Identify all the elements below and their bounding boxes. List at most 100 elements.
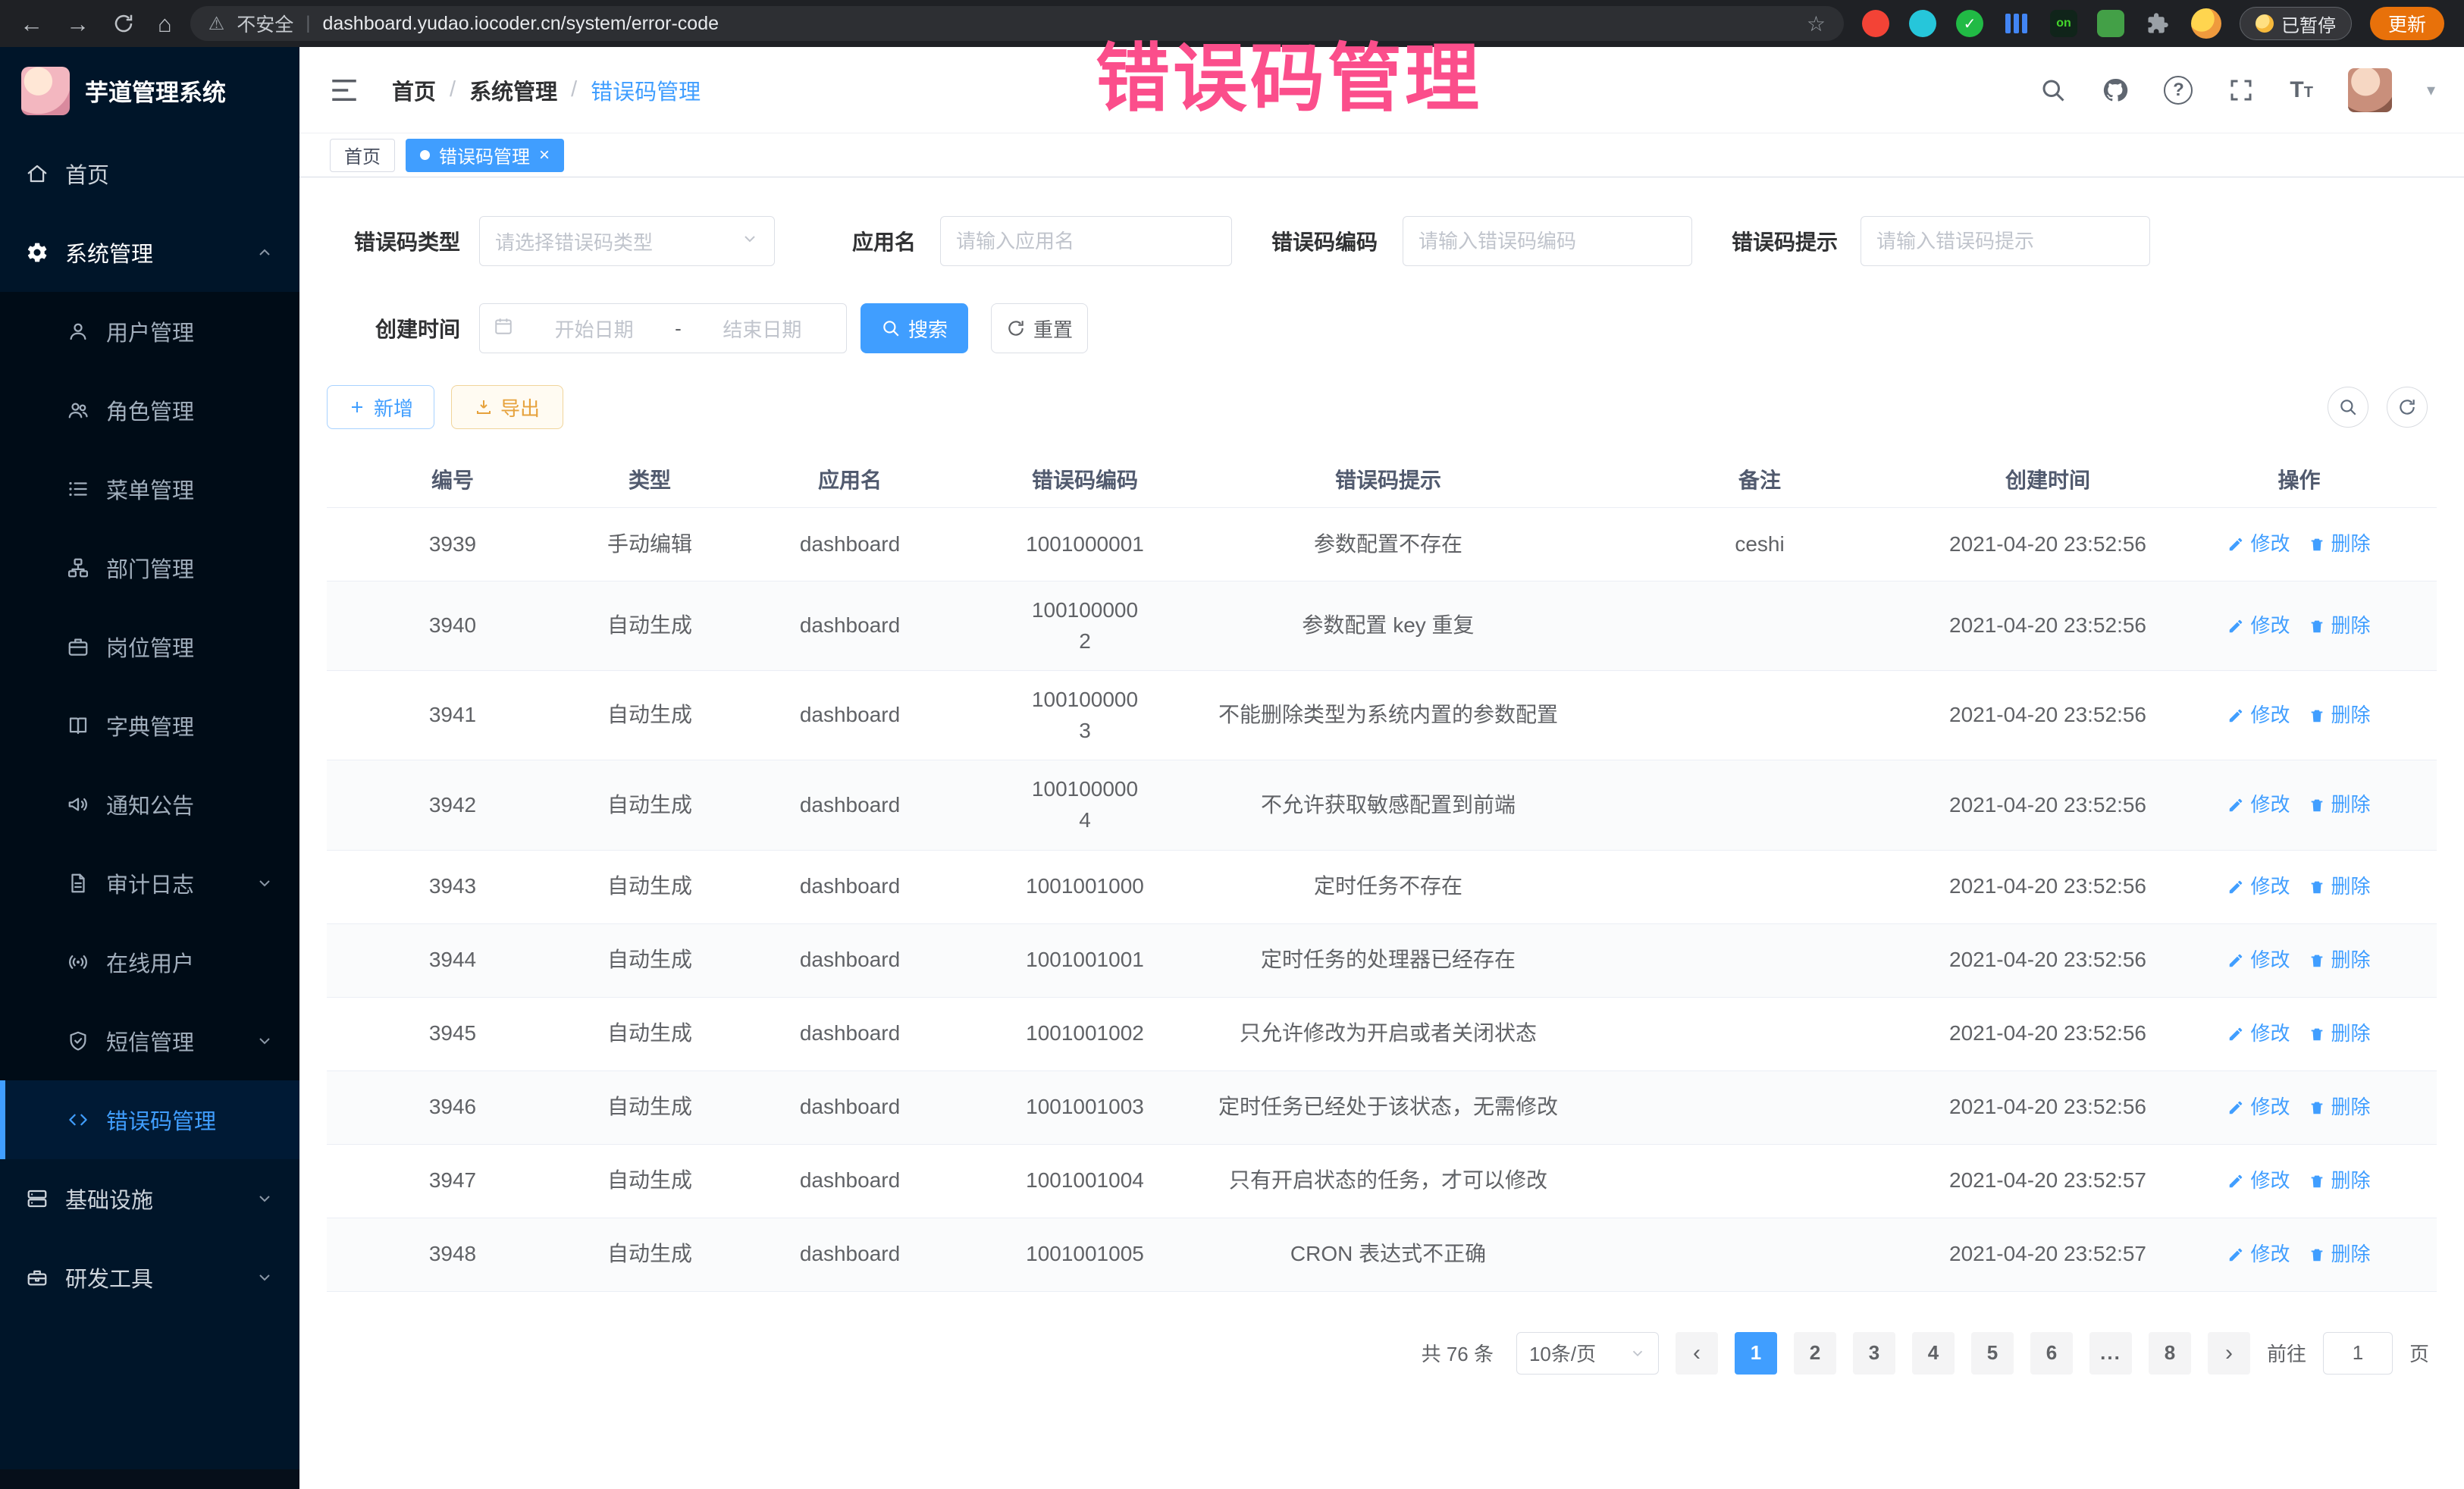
delete-link[interactable]: 删除 (2309, 791, 2371, 820)
pager-ellipsis[interactable]: ... (2089, 1332, 2132, 1375)
delete-link[interactable]: 删除 (2309, 1020, 2371, 1049)
export-button[interactable]: 导出 (451, 385, 563, 429)
delete-link[interactable]: 删除 (2309, 1167, 2371, 1196)
extension-icon-leaf[interactable] (2097, 10, 2124, 37)
edit-link[interactable]: 修改 (2227, 1167, 2290, 1196)
add-button[interactable]: 新增 (327, 385, 434, 429)
edit-link[interactable]: 修改 (2227, 946, 2290, 975)
page-size-select[interactable]: 10条/页 (1516, 1332, 1659, 1375)
sidebar-logo[interactable]: 芋道管理系统 (0, 47, 299, 134)
edit-link[interactable]: 修改 (2227, 1093, 2290, 1122)
breadcrumb-system[interactable]: 系统管理 (469, 74, 557, 106)
breadcrumb-home[interactable]: 首页 (392, 74, 436, 106)
sidebar-item-audit-logs[interactable]: 审计日志 (0, 844, 299, 923)
github-icon[interactable] (2102, 77, 2129, 104)
sidebar-item-users[interactable]: 用户管理 (0, 292, 299, 371)
end-date-placeholder[interactable]: 结束日期 (692, 315, 832, 343)
edit-label: 修改 (2250, 873, 2290, 901)
sidebar-item-roles[interactable]: 角色管理 (0, 371, 299, 450)
help-icon[interactable]: ? (2164, 76, 2193, 105)
browser-profile-avatar[interactable] (2191, 8, 2221, 39)
server-icon (26, 1187, 49, 1210)
sidebar-item-dev-tools[interactable]: 研发工具 (0, 1238, 299, 1317)
next-page-button[interactable]: › (2208, 1332, 2250, 1375)
start-date-placeholder[interactable]: 开始日期 (524, 315, 664, 343)
extension-icon-columns[interactable] (2003, 10, 2030, 37)
error-type-select[interactable]: 请选择错误码类型 (479, 216, 775, 266)
cell-id: 3947 (327, 1145, 578, 1218)
close-icon[interactable]: × (539, 146, 550, 165)
sidebar-toggle-icon[interactable] (328, 74, 360, 106)
delete-link[interactable]: 删除 (2309, 946, 2371, 975)
refresh-table-button[interactable] (2387, 387, 2428, 428)
edit-link[interactable]: 修改 (2227, 873, 2290, 901)
cell-type: 自动生成 (578, 581, 721, 670)
delete-link[interactable]: 删除 (2309, 1093, 2371, 1122)
sidebar-item-announcements[interactable]: 通知公告 (0, 765, 299, 844)
avatar[interactable] (2348, 68, 2392, 112)
date-range-picker[interactable]: 开始日期 - 结束日期 (479, 303, 847, 353)
search-button[interactable]: 搜索 (861, 303, 968, 353)
edit-link[interactable]: 修改 (2227, 612, 2290, 641)
edit-link[interactable]: 修改 (2227, 530, 2290, 559)
sidebar-item-error-code[interactable]: 错误码管理 (0, 1080, 299, 1159)
fullscreen-icon[interactable] (2227, 77, 2255, 104)
pager-page-3[interactable]: 3 (1853, 1332, 1895, 1375)
tab-error-code[interactable]: 错误码管理 × (406, 139, 564, 172)
sidebar-item-infrastructure[interactable]: 基础设施 (0, 1159, 299, 1238)
sidebar-item-system[interactable]: 系统管理 (0, 213, 299, 292)
delete-link[interactable]: 删除 (2309, 1240, 2371, 1269)
delete-link[interactable]: 删除 (2309, 873, 2371, 901)
edit-link[interactable]: 修改 (2227, 1020, 2290, 1049)
sidebar-item-departments[interactable]: 部门管理 (0, 528, 299, 607)
edit-link[interactable]: 修改 (2227, 701, 2290, 730)
sidebar-item-online-users[interactable]: 在线用户 (0, 923, 299, 1002)
sidebar-item-label: 基础设施 (65, 1183, 153, 1215)
browser-back-icon[interactable]: ← (20, 12, 43, 36)
browser-refresh-icon[interactable] (112, 12, 135, 35)
edit-link[interactable]: 修改 (2227, 791, 2290, 820)
extensions-puzzle-icon[interactable] (2144, 10, 2171, 37)
error-code-input[interactable] (1403, 217, 1691, 265)
pager-page-5[interactable]: 5 (1971, 1332, 2014, 1375)
avatar-caret-icon[interactable]: ▾ (2427, 80, 2435, 100)
delete-link[interactable]: 删除 (2309, 530, 2371, 559)
pagination: 共 76 条 10条/页 ‹ 123456...8 › 前往 页 (327, 1332, 2437, 1375)
delete-link[interactable]: 删除 (2309, 612, 2371, 641)
browser-home-icon[interactable]: ⌂ (158, 12, 172, 36)
cell-id: 3945 (327, 998, 578, 1071)
browser-forward-icon[interactable]: → (66, 12, 89, 36)
extension-icon-check[interactable]: ✓ (1956, 10, 1983, 37)
sidebar-item-positions[interactable]: 岗位管理 (0, 607, 299, 686)
update-button[interactable]: 更新 (2370, 7, 2444, 40)
trash-icon (2309, 1026, 2325, 1042)
extension-icon-password[interactable]: on (2050, 10, 2077, 37)
edit-link[interactable]: 修改 (2227, 1240, 2290, 1269)
pager-page-1[interactable]: 1 (1735, 1332, 1777, 1375)
address-bar[interactable]: ⚠ 不安全 | dashboard.yudao.iocoder.cn/syste… (190, 6, 1844, 41)
app-title: 芋道管理系统 (85, 74, 226, 108)
bookmark-star-icon[interactable]: ☆ (1807, 11, 1826, 36)
pager-page-4[interactable]: 4 (1912, 1332, 1955, 1375)
toggle-search-button[interactable] (2328, 387, 2368, 428)
app-name-input[interactable] (941, 217, 1231, 265)
sidebar-item-menus[interactable]: 菜单管理 (0, 450, 299, 528)
pager-page-2[interactable]: 2 (1794, 1332, 1836, 1375)
sidebar-item-sms[interactable]: 短信管理 (0, 1002, 299, 1080)
goto-page-input[interactable] (2323, 1332, 2393, 1375)
sidebar-item-dictionary[interactable]: 字典管理 (0, 686, 299, 765)
pager-page-8[interactable]: 8 (2149, 1332, 2191, 1375)
prev-page-button[interactable]: ‹ (1676, 1332, 1718, 1375)
paused-badge[interactable]: 已暂停 (2240, 7, 2352, 40)
chevron-down-icon (741, 230, 759, 253)
extension-icon-record[interactable] (1862, 10, 1889, 37)
tab-home[interactable]: 首页 (330, 139, 395, 172)
reset-button[interactable]: 重置 (991, 303, 1088, 353)
sidebar-item-home[interactable]: 首页 (0, 134, 299, 213)
delete-link[interactable]: 删除 (2309, 701, 2371, 730)
extension-icon-drop[interactable] (1909, 10, 1936, 37)
error-msg-input[interactable] (1861, 217, 2149, 265)
search-icon[interactable] (2039, 77, 2067, 104)
pager-page-6[interactable]: 6 (2030, 1332, 2073, 1375)
font-size-icon[interactable]: TT (2290, 77, 2313, 103)
